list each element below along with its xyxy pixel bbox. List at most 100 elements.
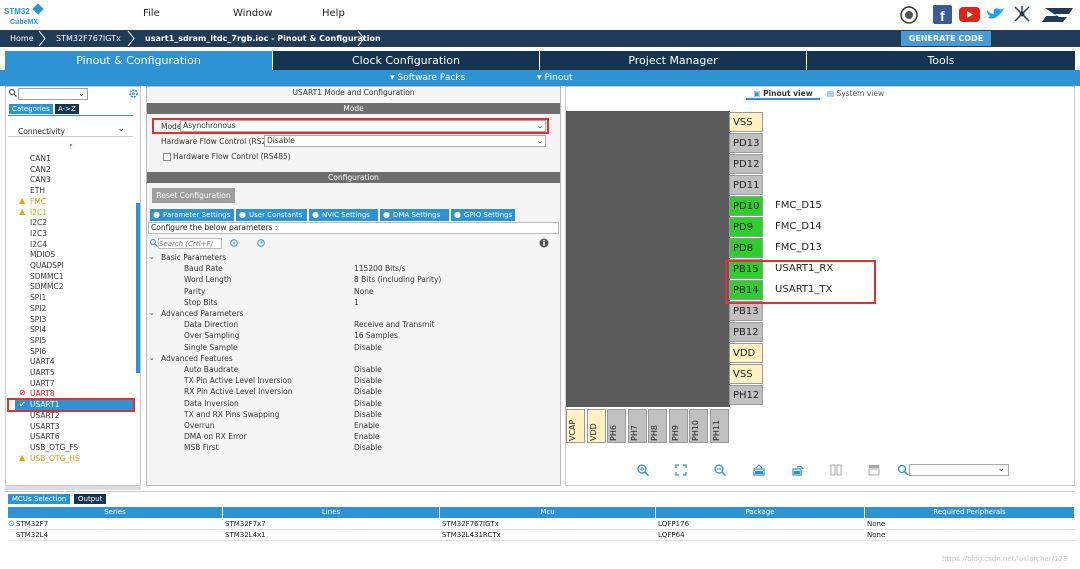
category-item[interactable]: MDIOS	[30, 250, 55, 259]
table-row[interactable]	[8, 530, 1075, 541]
param-search-field[interactable]	[159, 239, 219, 249]
category-item[interactable]: USART2	[30, 411, 60, 420]
category-item[interactable]: UART7	[30, 379, 55, 388]
category-item[interactable]: SPI5	[30, 336, 46, 345]
param-value[interactable]: Disable	[354, 399, 382, 408]
info-icon[interactable]	[539, 238, 549, 248]
category-item[interactable]: USB_OTG_FS	[30, 443, 78, 452]
menu-window[interactable]: Window	[233, 8, 272, 19]
pin-ph6[interactable]: PH6	[607, 409, 626, 443]
category-item[interactable]: USB_OTG_HS	[30, 454, 80, 463]
fit-screen-icon[interactable]	[675, 464, 687, 476]
param-value[interactable]: 115200 Bits/s	[354, 264, 406, 273]
pin-ph12[interactable]: PH12	[729, 385, 763, 405]
param-value[interactable]: 16 Samples	[354, 331, 398, 340]
param-group[interactable]: ⌄ Advanced Features	[149, 354, 233, 363]
hwflow485-checkbox[interactable]	[163, 153, 171, 161]
category-item[interactable]: I2C3	[30, 229, 47, 238]
pin-pd9[interactable]: PD9	[729, 217, 763, 237]
pin-pb12[interactable]: PB12	[729, 322, 763, 342]
pin-ph10[interactable]: PH10	[689, 409, 708, 443]
column-header[interactable]: Required Peripherals	[865, 507, 1075, 518]
category-item[interactable]: SDMMC1	[30, 272, 64, 281]
param-value[interactable]: Disable	[354, 387, 382, 396]
param-value[interactable]: None	[354, 287, 374, 296]
pin-search-input[interactable]: ⌄	[909, 464, 1009, 476]
list-view-icon[interactable]	[868, 464, 880, 476]
info-circle-icon[interactable]	[257, 239, 265, 247]
sort-icon[interactable]: ⇡	[68, 143, 74, 151]
pin-vdd[interactable]: VDD	[586, 409, 606, 443]
category-item[interactable]: CAN1	[30, 154, 51, 163]
param-group[interactable]: ⌄ Advanced Parameters	[149, 309, 243, 318]
category-item[interactable]: SPI6	[30, 347, 46, 356]
config-tab[interactable]: ● NVIC Settings	[309, 209, 378, 221]
category-item[interactable]: UART5	[30, 368, 55, 377]
tab-mcus-selection[interactable]: MCUs Selection	[8, 494, 71, 504]
pin-pd11[interactable]: PD11	[729, 175, 763, 195]
pin-ph8[interactable]: PH8	[648, 409, 667, 443]
zoom-in-icon[interactable]	[637, 464, 649, 476]
tab-categories[interactable]: Categories	[9, 104, 53, 114]
tab-clock-configuration[interactable]: Clock Configuration	[273, 51, 539, 70]
breadcrumb-home[interactable]: Home	[2, 30, 34, 47]
rotate-icon[interactable]	[792, 464, 804, 476]
category-item[interactable]: I2C1	[30, 208, 47, 217]
param-value[interactable]: 1	[354, 298, 359, 307]
param-value[interactable]: Disable	[354, 365, 382, 374]
category-item[interactable]: ETH	[30, 186, 45, 195]
tab-pinout-configuration[interactable]: Pinout & Configuration	[5, 51, 272, 70]
category-item[interactable]: SPI2	[30, 304, 46, 313]
category-item[interactable]: I2C4	[30, 240, 47, 249]
pin-ph9[interactable]: PH9	[668, 409, 688, 443]
menu-file[interactable]: File	[143, 8, 160, 19]
config-tab[interactable]: ● Parameter Settings	[150, 209, 234, 221]
config-tab[interactable]: ● User Constants	[236, 209, 307, 221]
tab-output[interactable]: Output	[74, 494, 107, 504]
category-scrollbar[interactable]	[136, 203, 140, 373]
zoom-out-icon[interactable]	[714, 464, 726, 476]
left-horizontal-scrollbar[interactable]	[5, 486, 141, 490]
pin-pd12[interactable]: PD12	[729, 154, 763, 174]
param-value[interactable]: Disable	[354, 410, 382, 419]
param-value[interactable]: 8 Bits (including Parity)	[354, 275, 441, 284]
generate-code-button[interactable]: GENERATE CODE	[901, 31, 991, 46]
config-tab[interactable]: ● GPIO Settings	[451, 209, 515, 221]
hwflow-select[interactable]: Disable ⌄	[264, 135, 546, 147]
category-item[interactable]: SDMMC2	[30, 282, 64, 291]
category-item[interactable]: SPI4	[30, 325, 46, 334]
table-row[interactable]	[8, 519, 1075, 530]
param-search-input[interactable]	[158, 238, 222, 249]
category-item[interactable]: USART3	[30, 422, 60, 431]
export-icon[interactable]	[753, 464, 765, 476]
column-header[interactable]: Lines	[223, 507, 440, 518]
tab-project-manager[interactable]: Project Manager	[540, 51, 806, 70]
breadcrumb-mcu[interactable]: STM32F767IGTx	[48, 30, 121, 47]
column-header[interactable]: Mcu	[440, 507, 656, 518]
menu-help[interactable]: Help	[322, 8, 345, 19]
category-item[interactable]: FMC	[30, 197, 46, 206]
param-value[interactable]: Disable	[354, 343, 382, 352]
info-circle-icon[interactable]	[230, 239, 238, 247]
category-item[interactable]: QUADSPI	[30, 261, 64, 270]
pin-ph11[interactable]: PH11	[709, 409, 729, 443]
category-item[interactable]: SPI1	[30, 293, 46, 302]
pin-pd10[interactable]: PD10	[729, 196, 763, 216]
reset-configuration-button[interactable]: Reset Configuration	[152, 188, 235, 203]
category-item[interactable]: USART6	[30, 432, 60, 441]
category-item[interactable]: CAN3	[30, 175, 51, 184]
breadcrumb-project[interactable]: usart1_sdram_ltdc_7rgb.ioc - Pinout & Co…	[137, 30, 381, 47]
facebook-icon[interactable]: f	[933, 5, 952, 24]
pin-ph7[interactable]: PH7	[627, 409, 647, 443]
anniversary-badge-icon[interactable]	[900, 6, 918, 24]
software-packs-menu[interactable]: ▾ Software Packs	[390, 70, 465, 86]
pin-pd13[interactable]: PD13	[729, 133, 763, 153]
network-icon[interactable]	[1013, 5, 1031, 23]
category-search-input[interactable]: ⌄	[18, 88, 88, 100]
column-header[interactable]: Series	[8, 507, 223, 518]
pin-vss[interactable]: VSS	[729, 112, 763, 132]
column-header[interactable]: Package	[656, 507, 865, 518]
param-value[interactable]: Receive and Transmit	[354, 320, 434, 329]
tab-tools[interactable]: Tools	[807, 51, 1075, 70]
split-view-icon[interactable]	[830, 464, 842, 476]
